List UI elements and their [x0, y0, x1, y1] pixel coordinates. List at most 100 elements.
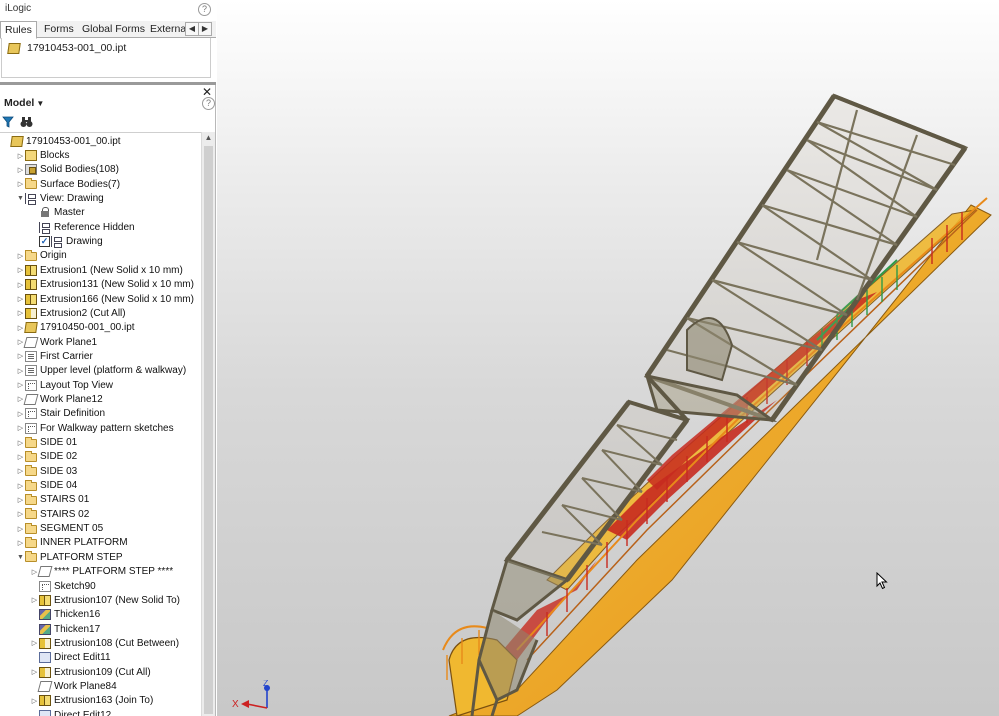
tree-item[interactable]: ▷ Extrusion163 (Join To) [0, 694, 200, 708]
scroll-up-icon[interactable]: ▲ [202, 133, 215, 145]
tree-item[interactable]: ▷ Surface Bodies(7) [0, 177, 200, 191]
chevron-right-icon[interactable]: ▷ [16, 252, 25, 260]
tree-item-label: Thicken16 [54, 609, 101, 621]
tree-scrollbar[interactable]: ▲ [201, 132, 215, 716]
tab-scroll-right-icon[interactable]: ▶ [198, 22, 212, 36]
filter-icon[interactable] [2, 116, 14, 128]
tree-item[interactable]: ▷ SEGMENT 05 [0, 521, 200, 535]
chevron-right-icon[interactable]: ▷ [16, 381, 25, 389]
tree-item[interactable]: ▷ SIDE 02 [0, 450, 200, 464]
binoculars-icon[interactable] [20, 116, 33, 128]
chevron-right-icon[interactable]: ▷ [30, 668, 39, 676]
tree-item[interactable]: ▷ INNER PLATFORM [0, 536, 200, 550]
chevron-down-icon[interactable]: ▼ [16, 554, 25, 561]
chevron-right-icon[interactable]: ▷ [16, 180, 25, 188]
boom-model-render [442, 93, 992, 716]
tree-item[interactable]: Direct Edit12 [0, 708, 200, 716]
tree-item[interactable]: ▷ Stair Definition [0, 407, 200, 421]
tree-item[interactable]: Master [0, 206, 200, 220]
tree-item[interactable]: ▷ Blocks [0, 148, 200, 162]
visibility-checkbox[interactable]: ✓ [39, 236, 50, 248]
direct-edit-icon [39, 652, 51, 664]
tree-item[interactable]: ▼ View: Drawing [0, 191, 200, 206]
chevron-right-icon[interactable]: ▷ [16, 166, 25, 174]
tree-item[interactable]: Thicken16 [0, 608, 200, 622]
tree-item[interactable]: ▷ First Carrier [0, 349, 200, 363]
rule-file-item[interactable]: 17910453-001_00.ipt [7, 41, 126, 55]
tree-item[interactable]: ▷ Origin [0, 249, 200, 263]
chevron-right-icon[interactable]: ▷ [16, 525, 25, 533]
chevron-right-icon[interactable]: ▷ [16, 266, 25, 274]
chevron-right-icon[interactable]: ▷ [16, 510, 25, 518]
tree-item[interactable]: ✓ Drawing [0, 234, 200, 249]
tree-item-label: Extrusion107 (New Solid To) [54, 594, 180, 606]
folder-icon [25, 450, 37, 462]
tree-item[interactable]: ▷ Upper level (platform & walkway) [0, 364, 200, 378]
tree-item[interactable]: ▷ Extrusion107 (New Solid To) [0, 593, 200, 607]
chevron-right-icon[interactable]: ▷ [30, 639, 39, 647]
tree-item[interactable]: Sketch90 [0, 579, 200, 593]
tree-item[interactable]: ▷ Extrusion1 (New Solid x 10 mm) [0, 263, 200, 277]
tree-item[interactable]: ▷ Extrusion109 (Cut All) [0, 665, 200, 679]
tree-item[interactable]: ▷ Extrusion166 (New Solid x 10 mm) [0, 292, 200, 306]
tree-item[interactable]: ▷ Solid Bodies(108) [0, 163, 200, 177]
tree-item[interactable]: Direct Edit11 [0, 651, 200, 665]
tree-item[interactable]: ▷ Extrusion2 (Cut All) [0, 306, 200, 320]
tree-item[interactable]: ▷ Work Plane1 [0, 335, 200, 349]
chevron-right-icon[interactable]: ▷ [30, 596, 39, 604]
tree-item[interactable]: ▷ For Walkway pattern sketches [0, 421, 200, 435]
chevron-right-icon[interactable]: ▷ [16, 496, 25, 504]
tree-item[interactable]: Thicken17 [0, 622, 200, 636]
tree-item[interactable]: Reference Hidden [0, 220, 200, 234]
chevron-right-icon[interactable]: ▷ [16, 482, 25, 490]
tree-item[interactable]: ▷ 17910450-001_00.ipt [0, 321, 200, 335]
tree-item[interactable]: ▷ SIDE 03 [0, 464, 200, 478]
tab-rules[interactable]: Rules [0, 21, 37, 39]
tree-item[interactable]: 17910453-001_00.ipt [0, 134, 200, 148]
chevron-right-icon[interactable]: ▷ [16, 352, 25, 360]
3d-viewport[interactable]: X Z [217, 0, 999, 716]
tree-item[interactable]: ▷ Layout Top View [0, 378, 200, 392]
chevron-right-icon[interactable]: ▷ [16, 424, 25, 432]
scroll-thumb[interactable] [204, 146, 213, 714]
tree-item[interactable]: ▷ STAIRS 01 [0, 493, 200, 507]
chevron-right-icon[interactable]: ▷ [16, 453, 25, 461]
model-title-dropdown[interactable]: Model ▼ [4, 97, 44, 109]
ilogic-rules-list: 17910453-001_00.ipt [1, 38, 211, 78]
chevron-right-icon[interactable]: ▷ [16, 281, 25, 289]
chevron-right-icon[interactable]: ▷ [16, 152, 25, 160]
folder-icon [25, 465, 37, 477]
tree-item[interactable]: ▷ SIDE 04 [0, 478, 200, 492]
chevron-right-icon[interactable]: ▷ [16, 410, 25, 418]
sketch-block-icon [25, 365, 37, 377]
tree-item[interactable]: ▷ STAIRS 02 [0, 507, 200, 521]
tree-item[interactable]: ▷ Extrusion108 (Cut Between) [0, 636, 200, 650]
tab-forms[interactable]: Forms [40, 21, 78, 38]
chevron-right-icon[interactable]: ▷ [16, 539, 25, 547]
tree-item[interactable]: ▷ SIDE 01 [0, 435, 200, 449]
tree-item[interactable]: ▷ Extrusion131 (New Solid x 10 mm) [0, 278, 200, 292]
tree-item[interactable]: Work Plane84 [0, 679, 200, 693]
chevron-down-icon[interactable]: ▼ [16, 195, 25, 202]
tab-global-forms[interactable]: Global Forms [78, 21, 149, 38]
chevron-right-icon[interactable]: ▷ [16, 439, 25, 447]
tree-item-label: SIDE 02 [40, 451, 78, 463]
chevron-right-icon[interactable]: ▷ [30, 697, 39, 705]
tree-item[interactable]: ▷ Work Plane12 [0, 392, 200, 406]
chevron-right-icon[interactable]: ▷ [16, 467, 25, 475]
chevron-right-icon[interactable]: ▷ [16, 367, 25, 375]
folder-icon [25, 536, 37, 548]
tree-item-label: SIDE 03 [40, 465, 78, 477]
lock-icon [39, 207, 51, 218]
ilogic-help-icon[interactable]: ? [198, 3, 211, 16]
chevron-right-icon[interactable]: ▷ [16, 295, 25, 303]
model-help-icon[interactable]: ? [202, 97, 215, 110]
tree-item[interactable]: ▼ PLATFORM STEP [0, 550, 200, 564]
tree-item[interactable]: ▷ **** PLATFORM STEP **** [0, 565, 200, 579]
tree-item-label: View: Drawing [40, 193, 104, 205]
tab-external[interactable]: Externa [146, 21, 186, 38]
tab-scroll-left-icon[interactable]: ◀ [185, 22, 199, 36]
chevron-right-icon[interactable]: ▷ [16, 309, 25, 317]
surface-bodies-icon [25, 178, 37, 190]
thicken-icon [39, 623, 51, 635]
